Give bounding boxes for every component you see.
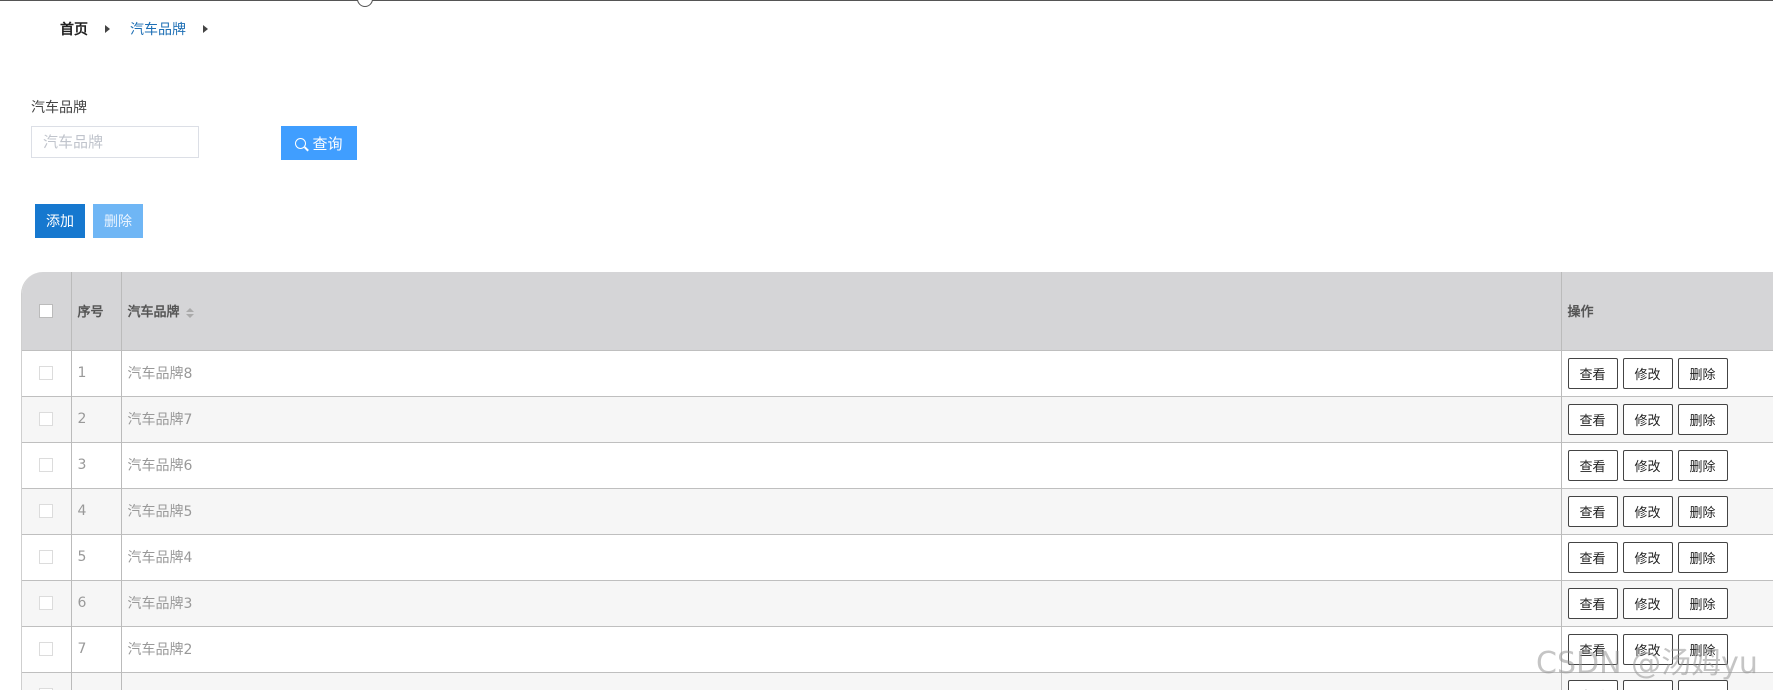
row-index: 1 <box>71 350 122 396</box>
breadcrumb-home[interactable]: 首页 <box>60 19 88 39</box>
row-checkbox-cell <box>22 488 72 534</box>
table-row: 5 汽车品牌4 查看 修改 删除 <box>22 534 1773 580</box>
chevron-right-icon <box>105 25 110 33</box>
view-button[interactable]: 查看 <box>1567 495 1618 527</box>
query-button-label: 查询 <box>312 135 343 153</box>
row-brand: 汽车品牌7 <box>121 396 1562 442</box>
row-checkbox-cell <box>22 442 72 488</box>
edit-button[interactable]: 修改 <box>1622 449 1673 481</box>
query-button[interactable]: 查询 <box>281 126 357 160</box>
row-checkbox[interactable] <box>39 550 54 564</box>
edit-button[interactable]: 修改 <box>1622 633 1673 665</box>
row-index: 4 <box>71 488 122 534</box>
row-brand: 汽车品牌5 <box>121 488 1562 534</box>
row-ops: 查看 修改 删除 <box>1561 672 1773 690</box>
row-ops: 查看 修改 删除 <box>1561 442 1773 488</box>
view-button[interactable]: 查看 <box>1567 449 1618 481</box>
view-button[interactable]: 查看 <box>1567 679 1618 690</box>
row-checkbox[interactable] <box>39 366 54 380</box>
view-button[interactable]: 查看 <box>1567 357 1618 389</box>
row-checkbox[interactable] <box>39 642 54 656</box>
delete-button[interactable]: 删除 <box>1677 495 1728 527</box>
header-ops: 操作 <box>1561 272 1773 350</box>
top-notch-icon <box>357 0 373 7</box>
table-row: 3 汽车品牌6 查看 修改 删除 <box>22 442 1773 488</box>
batch-delete-button[interactable]: 删除 <box>93 204 143 238</box>
brand-search-input[interactable] <box>31 126 199 158</box>
delete-button[interactable]: 删除 <box>1677 357 1728 389</box>
row-ops: 查看 修改 删除 <box>1561 534 1773 580</box>
row-checkbox[interactable] <box>39 412 54 426</box>
delete-button[interactable]: 删除 <box>1677 633 1728 665</box>
row-checkbox-cell <box>22 672 72 690</box>
row-brand: 汽车品牌6 <box>121 442 1562 488</box>
row-brand: 汽车品牌4 <box>121 534 1562 580</box>
delete-button[interactable]: 删除 <box>1677 587 1728 619</box>
top-border <box>0 0 1773 1</box>
table-row: 7 汽车品牌2 查看 修改 删除 <box>22 626 1773 672</box>
delete-button[interactable]: 删除 <box>1677 449 1728 481</box>
row-index: 5 <box>71 534 122 580</box>
edit-button[interactable]: 修改 <box>1622 403 1673 435</box>
table-row: 4 汽车品牌5 查看 修改 删除 <box>22 488 1773 534</box>
row-checkbox[interactable] <box>39 596 54 610</box>
view-button[interactable]: 查看 <box>1567 587 1618 619</box>
delete-button[interactable]: 删除 <box>1677 541 1728 573</box>
row-ops: 查看 修改 删除 <box>1561 488 1773 534</box>
row-checkbox-cell <box>22 350 72 396</box>
header-brand-label: 汽车品牌 <box>127 305 180 321</box>
view-button[interactable]: 查看 <box>1567 541 1618 573</box>
row-brand: 汽车品牌2 <box>121 626 1562 672</box>
delete-button[interactable]: 删除 <box>1677 403 1728 435</box>
breadcrumb: 首页 汽车品牌 <box>60 19 228 39</box>
select-all-checkbox[interactable] <box>39 303 54 318</box>
delete-button[interactable]: 删除 <box>1677 679 1728 690</box>
table-header-row: 序号 汽车品牌 操作 <box>22 272 1773 350</box>
row-ops: 查看 修改 删除 <box>1561 396 1773 442</box>
edit-button[interactable]: 修改 <box>1622 679 1673 690</box>
row-ops: 查看 修改 删除 <box>1561 350 1773 396</box>
edit-button[interactable]: 修改 <box>1622 541 1673 573</box>
brand-filter-label: 汽车品牌 <box>31 100 87 116</box>
chevron-right-icon <box>203 25 208 33</box>
header-index: 序号 <box>71 272 122 350</box>
table-row: 1 汽车品牌8 查看 修改 删除 <box>22 350 1773 396</box>
row-index: 3 <box>71 442 122 488</box>
row-index: 7 <box>71 626 122 672</box>
row-brand: 汽车品牌8 <box>121 350 1562 396</box>
row-checkbox-cell <box>22 626 72 672</box>
breadcrumb-current[interactable]: 汽车品牌 <box>130 19 186 39</box>
edit-button[interactable]: 修改 <box>1622 495 1673 527</box>
sort-icon[interactable] <box>185 307 194 318</box>
row-index: 6 <box>71 580 122 626</box>
brand-table: 序号 汽车品牌 操作 1 汽车品牌8 查看 修改 删除 2 汽车品牌7 查看 修… <box>21 272 1773 690</box>
row-checkbox-cell <box>22 580 72 626</box>
row-brand: 汽车品牌3 <box>121 580 1562 626</box>
edit-button[interactable]: 修改 <box>1622 587 1673 619</box>
edit-button[interactable]: 修改 <box>1622 357 1673 389</box>
add-button[interactable]: 添加 <box>35 204 85 238</box>
row-checkbox-cell <box>22 534 72 580</box>
table-row: 2 汽车品牌7 查看 修改 删除 <box>22 396 1773 442</box>
row-brand <box>121 672 1562 690</box>
row-checkbox-cell <box>22 396 72 442</box>
row-ops: 查看 修改 删除 <box>1561 626 1773 672</box>
search-icon <box>295 137 307 149</box>
row-checkbox[interactable] <box>39 504 54 518</box>
row-index <box>71 672 122 690</box>
header-brand[interactable]: 汽车品牌 <box>121 272 1562 350</box>
row-checkbox[interactable] <box>39 458 54 472</box>
view-button[interactable]: 查看 <box>1567 403 1618 435</box>
table-row: 查看 修改 删除 <box>22 672 1773 690</box>
row-index: 2 <box>71 396 122 442</box>
table-row: 6 汽车品牌3 查看 修改 删除 <box>22 580 1773 626</box>
row-ops: 查看 修改 删除 <box>1561 580 1773 626</box>
view-button[interactable]: 查看 <box>1567 633 1618 665</box>
header-checkbox-cell <box>22 272 72 350</box>
